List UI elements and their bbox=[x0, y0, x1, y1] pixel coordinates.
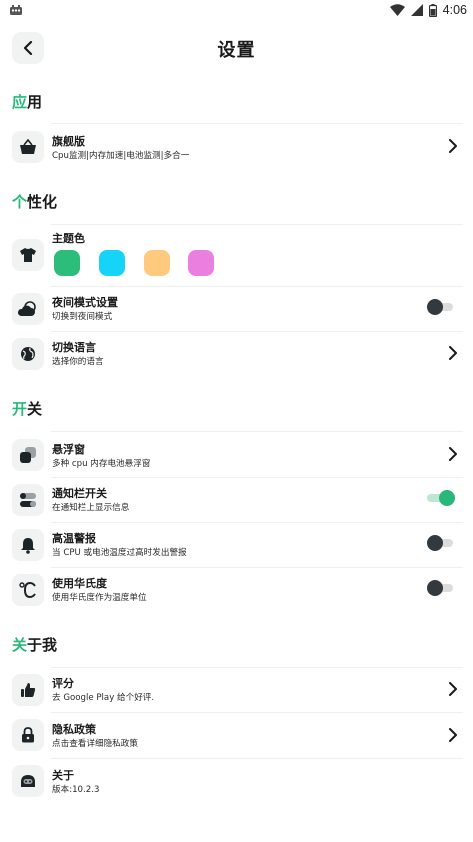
row-subtitle: Cpu监测|内存加速|电池监测|多合一 bbox=[52, 151, 190, 161]
chevron-right-icon bbox=[449, 139, 457, 153]
section-title-accent: 关 bbox=[12, 636, 28, 654]
section-title-switches: 开关 bbox=[12, 398, 42, 419]
section-title-rest: 关 bbox=[27, 400, 43, 418]
chevron-right-icon bbox=[449, 346, 457, 360]
section-title-rest: 于我 bbox=[27, 636, 58, 654]
divider bbox=[51, 567, 463, 568]
fahrenheit-toggle[interactable] bbox=[427, 580, 455, 596]
row-subtitle: 在通知栏上显示信息 bbox=[52, 503, 130, 513]
celsius-icon bbox=[12, 574, 44, 606]
row-subtitle: 点击查看详细隐私政策 bbox=[52, 739, 138, 749]
row-title: 切换语言 bbox=[52, 341, 96, 354]
divider bbox=[51, 758, 463, 759]
row-title: 悬浮窗 bbox=[52, 443, 85, 456]
row-subtitle: 去 Google Play 给个好评. bbox=[52, 693, 155, 703]
settings-row-about[interactable]: 关于 版本:10.2.3 bbox=[0, 758, 473, 804]
section-title-about: 关于我 bbox=[12, 634, 57, 655]
battery-icon bbox=[428, 3, 437, 17]
divider bbox=[51, 431, 463, 432]
section-title-rest: 用 bbox=[27, 93, 43, 111]
row-title: 评分 bbox=[52, 677, 74, 690]
divider bbox=[51, 286, 463, 287]
page-title: 设置 bbox=[217, 40, 256, 61]
divider bbox=[51, 667, 463, 668]
notification-toggle[interactable] bbox=[427, 490, 455, 506]
row-subtitle: 版本:10.2.3 bbox=[52, 785, 100, 795]
settings-row-high-temp-alert[interactable]: 高温警报 当 CPU 或电池温度过高时发出警报 bbox=[0, 522, 473, 567]
chevron-right-icon bbox=[449, 447, 457, 461]
theme-color-cyan[interactable] bbox=[99, 250, 125, 276]
row-title: 主题色 bbox=[52, 232, 85, 245]
row-title: 通知栏开关 bbox=[52, 487, 107, 500]
row-title: 隐私政策 bbox=[52, 723, 96, 736]
settings-row-fahrenheit[interactable]: 使用华氏度 使用华氏度作为温度单位 bbox=[0, 567, 473, 612]
divider bbox=[51, 477, 463, 478]
row-title: 高温警报 bbox=[52, 532, 96, 545]
settings-row-language[interactable]: 切换语言 选择你的语言 bbox=[0, 331, 473, 377]
settings-row-notification[interactable]: 通知栏开关 在通知栏上显示信息 bbox=[0, 477, 473, 522]
signal-icon bbox=[410, 4, 423, 16]
divider bbox=[51, 331, 463, 332]
theme-color-orange[interactable] bbox=[144, 250, 170, 276]
section-title-accent: 应 bbox=[12, 93, 28, 111]
row-subtitle: 当 CPU 或电池温度过高时发出警报 bbox=[52, 548, 187, 558]
section-title-accent: 开 bbox=[12, 400, 28, 418]
section-title-rest: 性化 bbox=[27, 193, 58, 211]
lock-icon bbox=[12, 719, 44, 751]
divider bbox=[51, 522, 463, 523]
settings-row-premium[interactable]: 旗舰版 Cpu监测|内存加速|电池监测|多合一 bbox=[0, 123, 473, 168]
row-title: 夜间模式设置 bbox=[52, 296, 118, 309]
status-time: 4:06 bbox=[442, 3, 467, 17]
status-bar: 4:06 bbox=[0, 0, 473, 22]
settings-row-night-mode[interactable]: 夜间模式设置 切换到夜间模式 bbox=[0, 286, 473, 330]
row-title: 旗舰版 bbox=[52, 135, 85, 148]
settings-row-floating-window[interactable]: 悬浮窗 多种 cpu 内存电池悬浮窗 bbox=[0, 431, 473, 476]
notification-icon bbox=[10, 5, 22, 15]
cloud-moon-icon bbox=[12, 293, 44, 325]
bell-icon bbox=[12, 529, 44, 561]
robot-icon bbox=[12, 765, 44, 797]
tshirt-icon bbox=[12, 239, 44, 271]
row-subtitle: 切换到夜间模式 bbox=[52, 312, 113, 322]
settings-row-privacy[interactable]: 隐私政策 点击查看详细隐私政策 bbox=[0, 712, 473, 758]
basket-icon bbox=[12, 131, 44, 163]
globe-icon bbox=[12, 338, 44, 370]
row-subtitle: 选择你的语言 bbox=[52, 357, 104, 367]
section-title-app: 应用 bbox=[12, 91, 42, 112]
section-title-accent: 个 bbox=[12, 193, 28, 211]
row-subtitle: 多种 cpu 内存电池悬浮窗 bbox=[52, 459, 151, 469]
chevron-right-icon bbox=[449, 682, 457, 696]
row-title: 使用华氏度 bbox=[52, 577, 107, 590]
settings-row-rate[interactable]: 评分 去 Google Play 给个好评. bbox=[0, 667, 473, 712]
toggles-icon bbox=[12, 484, 44, 516]
theme-color-pink[interactable] bbox=[188, 250, 214, 276]
theme-color-green[interactable] bbox=[54, 250, 80, 276]
divider bbox=[51, 712, 463, 713]
high-temp-toggle[interactable] bbox=[427, 535, 455, 551]
wifi-icon bbox=[389, 4, 405, 16]
divider bbox=[51, 224, 463, 225]
row-subtitle: 使用华氏度作为温度单位 bbox=[52, 593, 147, 603]
section-title-personal: 个性化 bbox=[12, 191, 57, 212]
night-mode-toggle[interactable] bbox=[427, 299, 455, 315]
divider bbox=[51, 123, 463, 124]
chevron-right-icon bbox=[449, 728, 457, 742]
floating-window-icon bbox=[12, 439, 44, 471]
row-title: 关于 bbox=[52, 769, 74, 782]
thumbs-up-icon bbox=[12, 674, 44, 706]
